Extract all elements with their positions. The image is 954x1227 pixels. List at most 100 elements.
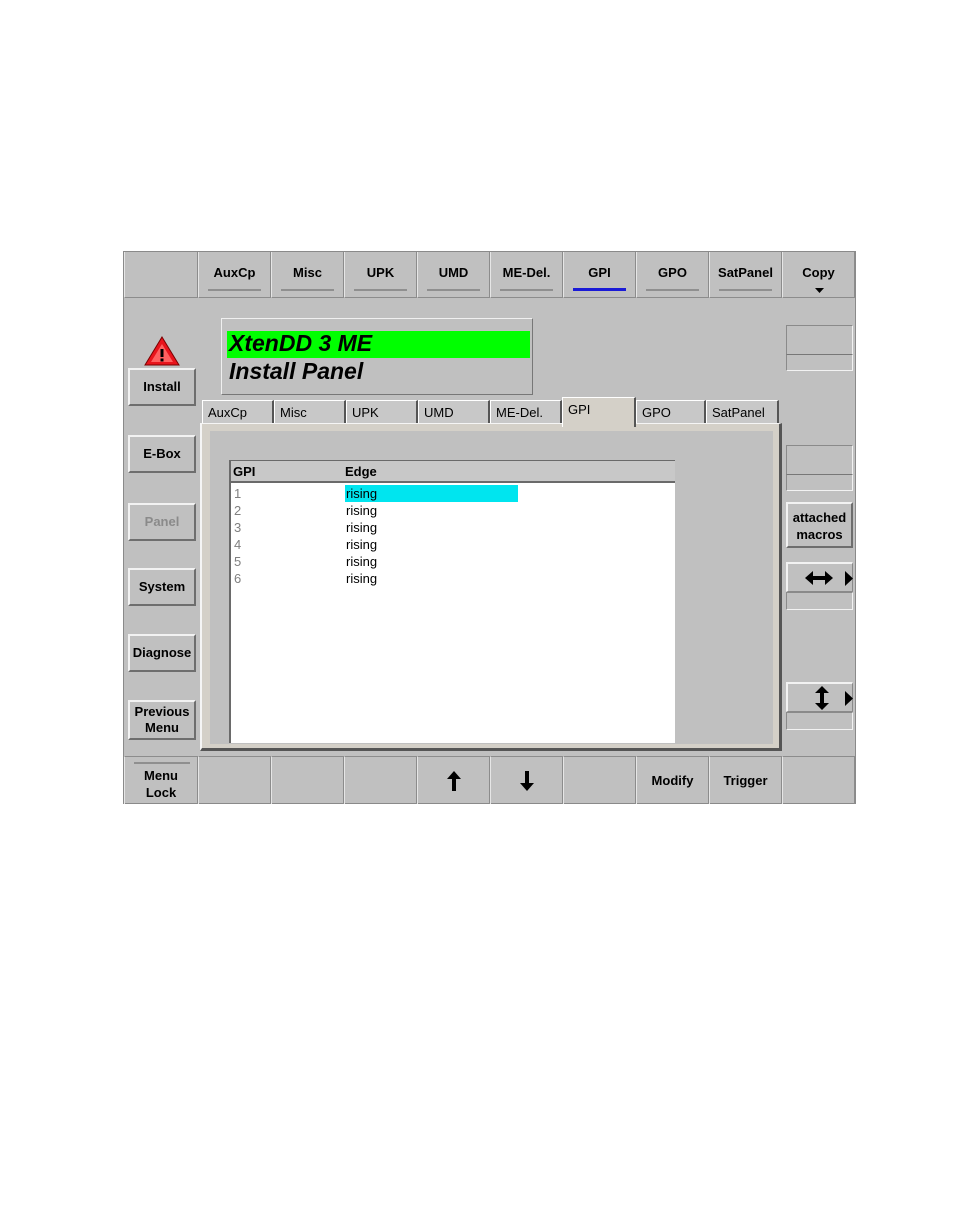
install-button[interactable]: Install xyxy=(128,368,196,406)
tab-gpo[interactable]: GPO xyxy=(636,400,706,424)
menu-lock-indicator xyxy=(134,762,190,764)
trigger-button[interactable]: Trigger xyxy=(709,756,782,804)
triangle-right-icon xyxy=(845,691,853,706)
table-row[interactable]: 3 rising xyxy=(231,519,675,536)
gpi-number: 4 xyxy=(234,537,242,552)
top-tab-misc[interactable]: Misc xyxy=(271,252,344,298)
tab-label: ME-Del. xyxy=(496,405,543,420)
diagnose-label: Diagnose xyxy=(132,645,192,660)
dropdown-arrow-icon xyxy=(815,288,824,293)
move-up-button[interactable] xyxy=(417,756,490,804)
page-title: Install Panel xyxy=(229,358,364,384)
column-header-gpi: GPI xyxy=(233,464,256,479)
edge-value: rising xyxy=(346,537,378,552)
top-tab-label: ME-Del. xyxy=(502,265,551,280)
tab-label: AuxCp xyxy=(208,405,248,420)
top-tab-gpi[interactable]: GPI xyxy=(563,252,636,298)
menu-lock-label: Menu Lock xyxy=(144,767,178,800)
right-empty-box-1 xyxy=(786,325,853,355)
table-row[interactable]: 6 rising xyxy=(231,570,675,587)
modify-button[interactable]: Modify xyxy=(636,756,709,804)
bottom-blank-key-1 xyxy=(198,756,271,804)
edge-value: rising xyxy=(346,554,378,569)
previous-menu-label: Previous Menu xyxy=(134,704,190,735)
tab-umd[interactable]: UMD xyxy=(418,400,490,424)
copy-label: Copy xyxy=(802,265,835,280)
right-empty-box-2b xyxy=(786,474,853,491)
top-tab-label: GPO xyxy=(658,265,687,280)
tab-upk[interactable]: UPK xyxy=(346,400,418,424)
arrow-down-icon xyxy=(519,770,534,791)
attached-macros-button[interactable]: attached macros xyxy=(786,502,853,548)
bottom-blank-key-5 xyxy=(782,756,855,804)
edge-value: rising xyxy=(346,520,378,535)
right-empty-box-2 xyxy=(786,445,853,475)
tab-content-panel: GPI Edge 1 rising 2 rising 3 rising 4 ri… xyxy=(200,423,782,751)
top-tab-me-del[interactable]: ME-Del. xyxy=(490,252,563,298)
column-header-edge: Edge xyxy=(345,464,377,479)
system-button[interactable]: System xyxy=(128,568,196,606)
attached-macros-label: attached macros xyxy=(792,510,847,542)
diagnose-button[interactable]: Diagnose xyxy=(128,634,196,672)
copy-button[interactable]: Copy xyxy=(782,252,855,298)
right-empty-box-4 xyxy=(786,712,853,730)
warning-icon xyxy=(144,336,180,366)
e-box-button[interactable]: E-Box xyxy=(128,435,196,473)
table-row[interactable]: 2 rising xyxy=(231,502,675,519)
bottom-blank-key-4 xyxy=(563,756,636,804)
horizontal-scroll-button[interactable] xyxy=(786,562,853,592)
right-empty-box-3 xyxy=(786,592,853,610)
triangle-right-icon xyxy=(845,571,853,586)
edge-value: rising xyxy=(346,503,378,518)
top-tab-auxcp[interactable]: AuxCp xyxy=(198,252,271,298)
product-name: XtenDD 3 ME xyxy=(229,330,373,356)
top-tab-satpanel[interactable]: SatPanel xyxy=(709,252,782,298)
system-label: System xyxy=(138,579,186,594)
tab-satpanel[interactable]: SatPanel xyxy=(706,400,779,424)
panel-label: Panel xyxy=(144,514,180,529)
tab-auxcp[interactable]: AuxCp xyxy=(202,400,274,424)
top-tab-label: Misc xyxy=(293,265,322,280)
gpi-number: 3 xyxy=(234,520,242,535)
top-tab-label: UPK xyxy=(366,265,395,280)
table-row[interactable]: 1 rising xyxy=(231,485,675,502)
move-down-button[interactable] xyxy=(490,756,563,804)
vertical-arrows-icon xyxy=(815,686,829,710)
panel-button[interactable]: Panel xyxy=(128,503,196,541)
menu-lock-button[interactable]: Menu Lock xyxy=(124,756,198,804)
top-tab-gpo[interactable]: GPO xyxy=(636,252,709,298)
table-area: GPI Edge 1 rising 2 rising 3 rising 4 ri… xyxy=(210,431,773,744)
tab-label: UPK xyxy=(352,405,379,420)
vertical-scroll-button[interactable] xyxy=(786,682,853,712)
install-panel-window: AuxCp Misc UPK UMD ME-Del. GPI GPO SatPa… xyxy=(123,251,856,804)
table-row[interactable]: 5 rising xyxy=(231,553,675,570)
edge-value: rising xyxy=(345,485,518,502)
tab-label: UMD xyxy=(424,405,454,420)
arrow-up-icon xyxy=(446,770,461,791)
tab-label: SatPanel xyxy=(712,405,765,420)
top-tab-label: AuxCp xyxy=(213,265,256,280)
edge-value: rising xyxy=(346,571,378,586)
table-header: GPI Edge xyxy=(231,461,675,483)
gpi-number: 1 xyxy=(234,486,242,501)
install-label: Install xyxy=(143,379,181,394)
bottom-blank-key-3 xyxy=(344,756,417,804)
modify-label: Modify xyxy=(651,773,694,788)
tab-misc[interactable]: Misc xyxy=(274,400,346,424)
top-tab-umd[interactable]: UMD xyxy=(417,252,490,298)
tab-me-del[interactable]: ME-Del. xyxy=(490,400,562,424)
top-tab-label: UMD xyxy=(438,265,469,280)
top-tab-upk[interactable]: UPK xyxy=(344,252,417,298)
previous-menu-button[interactable]: Previous Menu xyxy=(128,700,196,740)
gpi-number: 2 xyxy=(234,503,242,518)
tab-gpi[interactable]: GPI xyxy=(562,397,636,427)
gpi-number: 6 xyxy=(234,571,242,586)
horizontal-arrows-icon xyxy=(805,571,833,585)
tab-label: GPI xyxy=(568,402,591,417)
tab-label: GPO xyxy=(642,405,671,420)
header-box: XtenDD 3 ME Install Panel xyxy=(221,318,533,395)
table-row[interactable]: 4 rising xyxy=(231,536,675,553)
right-empty-box-1b xyxy=(786,354,853,371)
trigger-label: Trigger xyxy=(723,773,768,788)
tab-label: Misc xyxy=(280,405,307,420)
